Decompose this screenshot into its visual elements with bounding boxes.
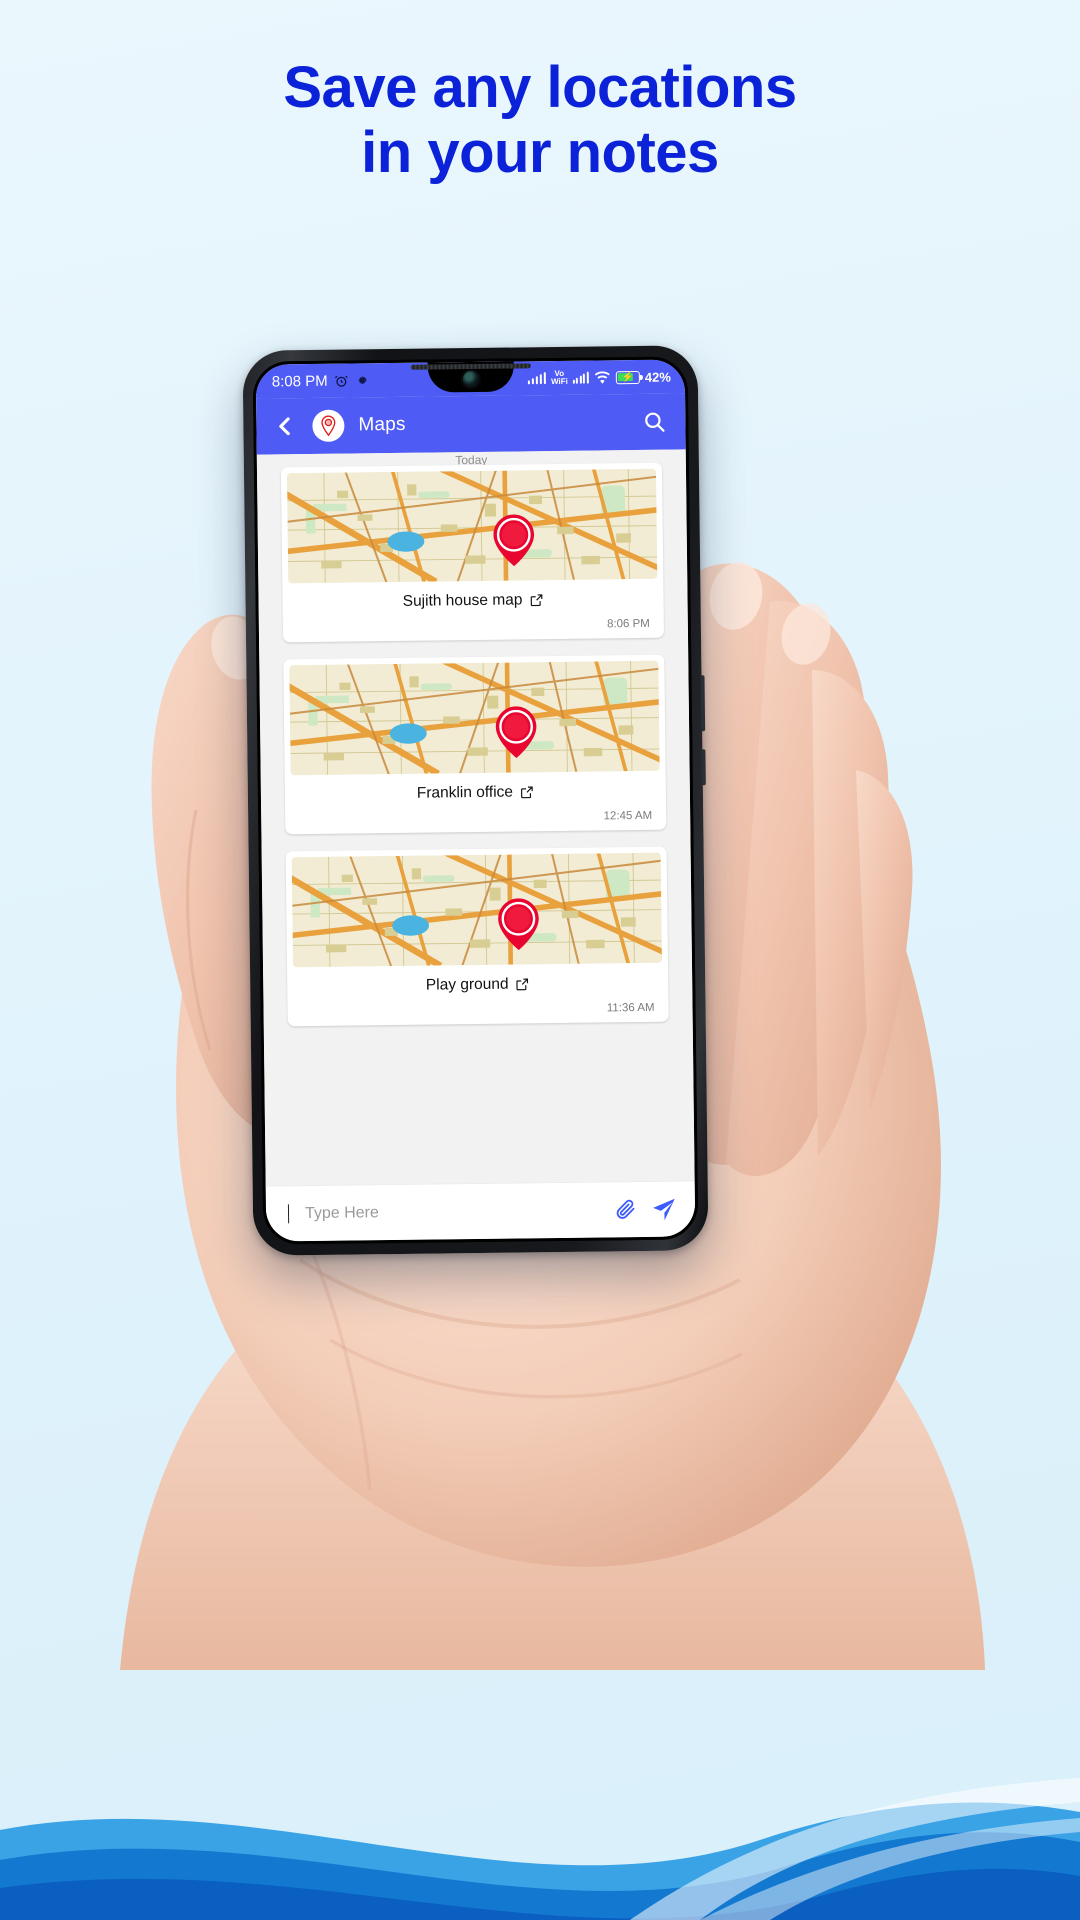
alarm-clock-icon — [334, 375, 348, 387]
search-button[interactable] — [639, 407, 669, 437]
signal-bars-icon — [527, 372, 547, 385]
location-card-title: Sujith house map — [288, 579, 657, 615]
map-thumbnail[interactable] — [286, 468, 658, 584]
phone-screen: 8:08 PM Vo WiFi ⚡ 42% Maps Today Sujith … — [255, 359, 696, 1242]
phone-bezel: 8:08 PM Vo WiFi ⚡ 42% Maps Today Sujith … — [252, 356, 699, 1245]
location-card-title: Franklin office — [291, 771, 660, 807]
location-card[interactable]: Sujith house map 8:06 PM — [280, 462, 665, 643]
location-card[interactable]: Play ground 11:36 AM — [285, 846, 669, 1027]
text-caret — [287, 1204, 290, 1224]
battery-percent: 42% — [644, 369, 671, 385]
app-bar: Maps — [256, 393, 686, 455]
external-link-icon[interactable] — [516, 977, 530, 991]
location-card-title: Play ground — [293, 963, 662, 999]
attach-button[interactable] — [614, 1198, 637, 1221]
map-pin-logo-icon — [321, 415, 336, 437]
location-card-time: 12:45 AM — [603, 809, 653, 823]
map-thumbnail-graphic — [289, 660, 660, 776]
front-camera-icon — [462, 370, 479, 388]
gear-icon — [358, 376, 367, 385]
wifi-icon — [594, 371, 610, 384]
external-link-icon[interactable] — [529, 593, 543, 607]
status-bar-right: Vo WiFi ⚡ 42% — [527, 368, 685, 387]
map-thumbnail[interactable] — [291, 852, 662, 968]
map-thumbnail-graphic — [291, 852, 662, 968]
back-button[interactable] — [272, 413, 298, 439]
send-button[interactable] — [651, 1196, 677, 1222]
status-time: 8:08 PM — [271, 372, 328, 390]
send-paper-plane-icon — [653, 1198, 675, 1220]
map-thumbnail-graphic — [286, 468, 658, 584]
search-icon — [645, 412, 665, 432]
chat-list[interactable]: Today Sujith house map 8:06 PM Franklin … — [256, 449, 695, 1186]
app-title: Maps — [358, 413, 406, 436]
location-card-time: 11:36 AM — [606, 1001, 655, 1015]
paperclip-icon — [616, 1199, 635, 1219]
location-title-text: Play ground — [425, 975, 509, 994]
location-title-text: Sujith house map — [402, 591, 523, 610]
message-input-bar: Type Here — [265, 1180, 696, 1242]
signal-bars-icon-2 — [572, 371, 589, 384]
chevron-left-icon — [279, 417, 290, 436]
external-link-icon[interactable] — [520, 785, 534, 799]
message-input[interactable]: Type Here — [305, 1201, 600, 1223]
vowifi-icon: Vo WiFi — [550, 368, 568, 387]
location-card-time: 8:06 PM — [606, 617, 650, 631]
app-logo — [312, 409, 345, 442]
headline-line-2: in your notes — [361, 119, 719, 185]
headline-line-1: Save any locations — [283, 55, 797, 120]
map-thumbnail[interactable] — [289, 660, 660, 776]
promo-headline: Save any locations in your notes — [0, 55, 1080, 186]
battery-charging-icon: ⚡ — [615, 370, 640, 384]
status-bar-left: 8:08 PM — [256, 372, 369, 390]
location-card[interactable]: Franklin office 12:45 AM — [283, 654, 667, 835]
location-title-text: Franklin office — [416, 783, 514, 802]
phone-device: 8:08 PM Vo WiFi ⚡ 42% Maps Today Sujith … — [242, 345, 709, 1256]
